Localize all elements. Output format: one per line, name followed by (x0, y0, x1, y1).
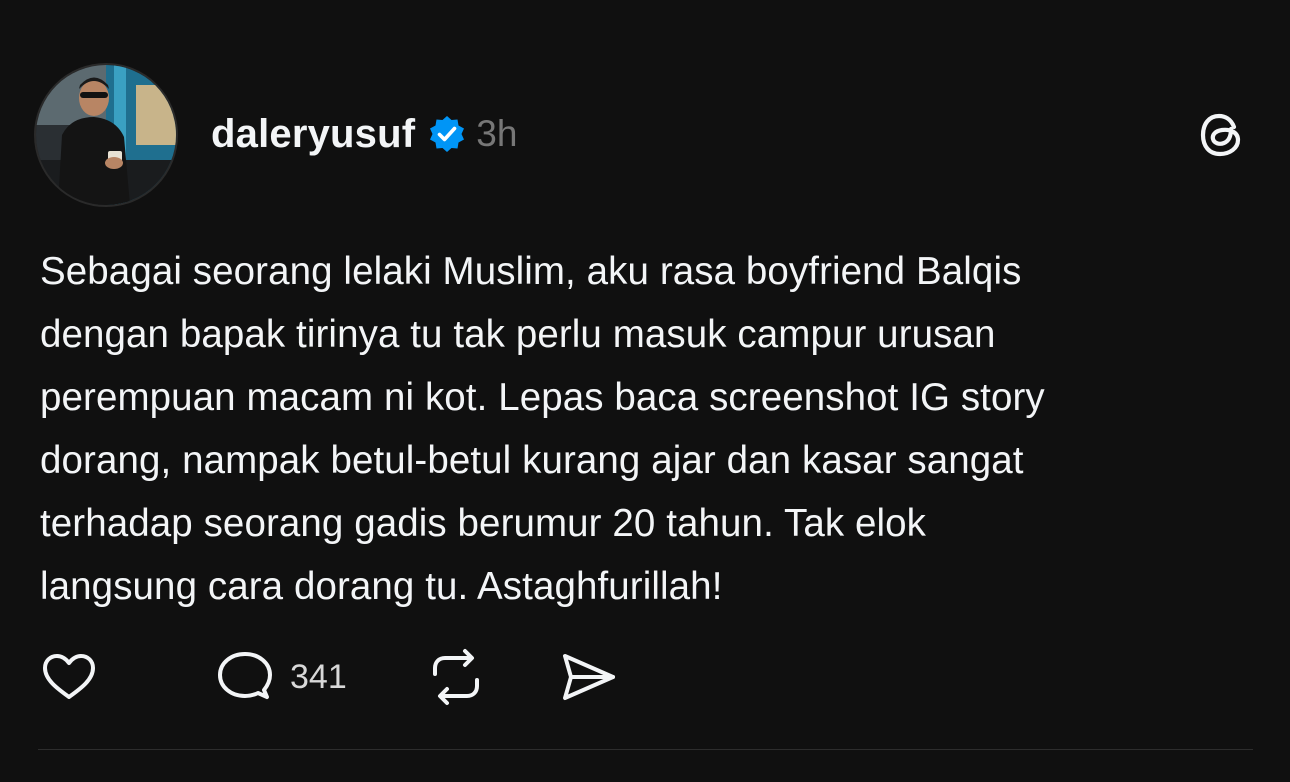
threads-logo-icon[interactable] (1193, 105, 1253, 165)
heart-outline-icon (43, 654, 95, 699)
like-button[interactable] (38, 646, 100, 708)
reply-count: 341 (290, 657, 347, 696)
speech-bubble-icon (218, 652, 272, 699)
verified-badge-icon (427, 114, 467, 154)
post-text: Sebagai seorang lelaki Muslim, aku rasa … (40, 250, 1045, 608)
author-username[interactable]: daleryusuf (211, 112, 415, 157)
reply-button[interactable] (214, 646, 276, 708)
paper-plane-icon (562, 654, 615, 700)
repost-button[interactable] (425, 646, 487, 708)
avatar-photo (36, 65, 176, 205)
author-avatar[interactable] (34, 63, 178, 207)
thread-post: daleryusuf 3h Sebagai seorang lelaki Mus… (0, 0, 1290, 782)
share-button[interactable] (557, 646, 619, 708)
post-timestamp: 3h (476, 113, 518, 154)
post-header: daleryusuf 3h (211, 108, 517, 160)
post-actions: 341 (38, 645, 619, 709)
post-divider (38, 749, 1253, 750)
repost-arrows-icon (432, 649, 479, 705)
